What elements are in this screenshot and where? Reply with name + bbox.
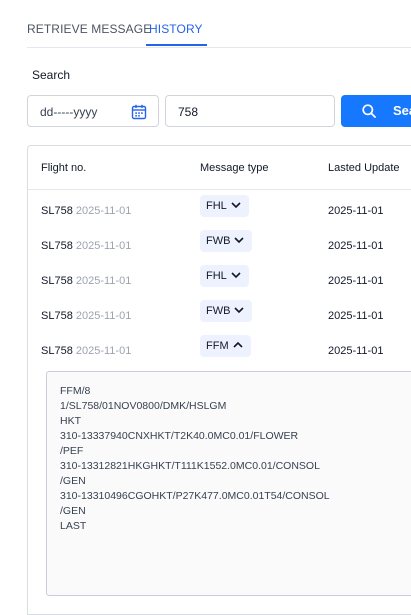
message-content-box[interactable]: FFM/8 1/SL758/01NOV0800/DMK/HSLGM HKT 31… <box>46 371 411 596</box>
flight-date: 2025-11-01 <box>75 205 132 217</box>
flight-date: 2025-11-01 <box>75 310 132 322</box>
flight-number: SL758 <box>41 275 73 287</box>
table-row[interactable]: SL758 2025-11-01 FHL 2025-11-01 <box>28 264 411 299</box>
search-button[interactable]: Sea <box>341 95 411 127</box>
table-row[interactable]: SL758 2025-11-01 FWB 2025-11-01 <box>28 229 411 264</box>
message-line: 310-13310496CGOHKT/P27K477.0MC0.01T54/CO… <box>60 490 330 502</box>
message-type-toggle[interactable]: FFM <box>200 335 251 357</box>
column-header-last-update: Lasted Update <box>328 162 400 174</box>
flight-number-input[interactable]: 758 <box>165 95 335 127</box>
flight-date: 2025-11-01 <box>75 275 132 287</box>
chevron-down-icon <box>234 307 245 314</box>
flight-number: SL758 <box>41 345 73 357</box>
flight-number: SL758 <box>41 205 73 217</box>
message-line: 310-13337940CNXHKT/T2K40.0MC0.01/FLOWER <box>60 430 299 442</box>
last-update-cell: 2025-11-01 <box>328 240 384 252</box>
flight-number-value: 758 <box>178 105 199 119</box>
last-update-cell: 2025-11-01 <box>328 275 384 287</box>
chevron-down-icon <box>234 237 245 244</box>
flight-cell: SL758 2025-11-01 <box>41 275 131 287</box>
tab-bar: RETRIEVE MESSAGE HISTORY <box>27 0 411 48</box>
flight-number: SL758 <box>41 240 73 252</box>
history-table: Flight no. Message type Lasted Update SL… <box>27 145 411 615</box>
message-line: /GEN <box>60 475 86 487</box>
last-update-cell: 2025-11-01 <box>328 310 384 322</box>
message-type-label: FFM <box>206 340 229 352</box>
table-row[interactable]: SL758 2025-11-01 FHL 2025-11-01 <box>28 194 411 229</box>
tab-history[interactable]: HISTORY <box>149 22 203 36</box>
message-line: /GEN <box>60 505 86 517</box>
message-type-toggle[interactable]: FHL <box>200 195 249 217</box>
date-placeholder: dd-----yyyy <box>40 105 98 119</box>
message-type-label: FHL <box>206 200 227 212</box>
message-line: FFM/8 <box>60 385 91 397</box>
column-header-message-type: Message type <box>200 162 269 174</box>
table-header: Flight no. Message type Lasted Update <box>28 146 411 190</box>
calendar-icon[interactable] <box>130 103 148 121</box>
search-icon <box>362 104 376 118</box>
flight-cell: SL758 2025-11-01 <box>41 240 131 252</box>
chevron-down-icon <box>231 202 241 209</box>
search-label: Search <box>32 68 71 82</box>
message-line: 310-13312821HKGHKT/T111K1552.0MC0.01/CON… <box>60 460 320 472</box>
message-type-label: FWB <box>206 235 231 247</box>
message-line: /PEF <box>60 445 84 457</box>
active-tab-indicator <box>146 44 207 46</box>
table-row[interactable]: SL758 2025-11-01 FWB 2025-11-01 <box>28 299 411 334</box>
search-button-label: Sea <box>393 103 411 118</box>
chevron-down-icon <box>231 272 241 279</box>
flight-number: SL758 <box>41 310 73 322</box>
flight-date: 2025-11-01 <box>75 240 132 252</box>
message-line: LAST <box>60 520 87 532</box>
message-type-toggle[interactable]: FHL <box>200 265 249 287</box>
message-line: HKT <box>60 415 81 427</box>
last-update-cell: 2025-11-01 <box>328 345 384 357</box>
message-type-toggle[interactable]: FWB <box>200 300 253 322</box>
tab-retrieve-message[interactable]: RETRIEVE MESSAGE <box>27 22 151 36</box>
flight-cell: SL758 2025-11-01 <box>41 205 131 217</box>
flight-cell: SL758 2025-11-01 <box>41 310 131 322</box>
message-type-label: FHL <box>206 270 227 282</box>
message-type-toggle[interactable]: FWB <box>200 230 253 252</box>
message-type-label: FWB <box>206 305 231 317</box>
last-update-cell: 2025-11-01 <box>328 205 384 217</box>
flight-date: 2025-11-01 <box>75 345 132 357</box>
flight-cell: SL758 2025-11-01 <box>41 345 131 357</box>
table-row[interactable]: SL758 2025-11-01 FFM 2025-11-01 <box>28 334 411 369</box>
message-line: 1/SL758/01NOV0800/DMK/HSLGM <box>60 400 227 412</box>
column-header-flight: Flight no. <box>41 162 87 174</box>
chevron-up-icon <box>233 341 243 348</box>
date-input[interactable]: dd-----yyyy <box>27 95 159 127</box>
